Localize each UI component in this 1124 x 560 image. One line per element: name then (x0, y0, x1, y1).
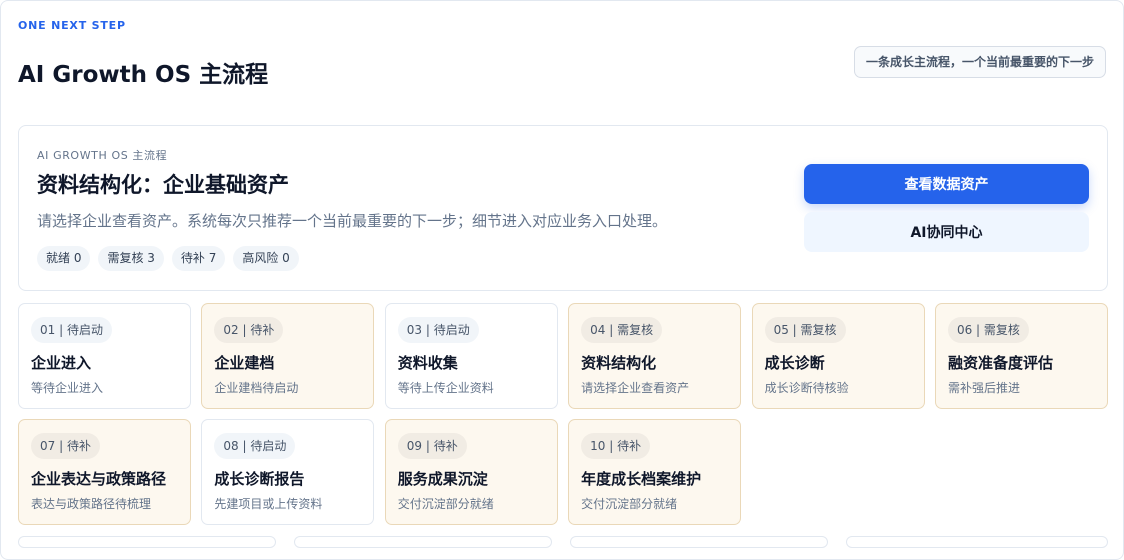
step-subtitle: 成长诊断待核验 (764, 381, 849, 395)
next-row-card (570, 536, 828, 548)
chip-review: 需复核 3 (98, 246, 164, 271)
step-status-tag: 03 | 待启动 (397, 317, 479, 343)
step-status-tag: 04 | 需复核 (581, 317, 663, 343)
next-row-card (846, 536, 1108, 548)
step-card[interactable]: 08 | 待启动成长诊断报告先建项目或上传资料 (201, 419, 375, 525)
step-status-tag: 02 | 待补 (214, 317, 284, 343)
step-status-tag: 09 | 待补 (397, 433, 467, 459)
step-subtitle: 交付沉淀部分就绪 (397, 497, 494, 511)
step-subtitle: 需补强后推进 (947, 381, 1020, 395)
next-row-card (294, 536, 552, 548)
step-status-tag: 01 | 待启动 (31, 317, 112, 343)
step-status-tag: 06 | 需复核 (947, 317, 1029, 343)
step-status-tag: 08 | 待启动 (214, 433, 296, 459)
step-status-tag: 07 | 待补 (31, 433, 100, 459)
step-title: 企业建档 (214, 354, 275, 372)
step-grid: 01 | 待启动 企业进入 等待企业进入 02 | 待补 企业建档 企业建档待启动 03 |… (18, 303, 1108, 525)
page-eyebrow: ONE NEXT STEP (18, 19, 126, 32)
step-card[interactable]: 10 | 待补年度成长档案维护交付沉淀部分就绪 (568, 419, 742, 525)
step-card[interactable]: 01 | 待启动企业进入等待企业进入 (18, 303, 191, 409)
status-chips: 就绪 0 需复核 3 待补 7 高风险 0 (37, 246, 299, 271)
step-title: 成长诊断报告 (214, 470, 305, 488)
step-subtitle: 等待上传企业资料 (397, 381, 494, 395)
step-subtitle: 等待企业进入 (31, 381, 104, 395)
page-title: AI Growth OS 主流程 (18, 62, 269, 88)
step-card[interactable]: 04 | 需复核资料结构化请选择企业查看资产 (568, 303, 742, 409)
step-title: 企业表达与政策路径 (31, 470, 167, 488)
step-title: 企业进入 (31, 354, 92, 372)
step-card[interactable]: 09 | 待补服务成果沉淀交付沉淀部分就绪 (384, 419, 558, 525)
step-title: 资料收集 (397, 354, 458, 372)
step-card[interactable]: 02 | 待补企业建档企业建档待启动 (201, 303, 375, 409)
step-subtitle: 交付沉淀部分就绪 (581, 497, 678, 511)
step-subtitle: 企业建档待启动 (214, 381, 299, 395)
step-subtitle: 先建项目或上传资料 (214, 497, 323, 511)
step-title: 融资准备度评估 (947, 354, 1053, 372)
current-step-card: AI GROWTH OS 主流程 资料结构化：企业基础资产 请选择企业查看资产。… (18, 125, 1108, 291)
view-data-assets-button[interactable]: 查看数据资产 (804, 164, 1089, 204)
step-subtitle: 请选择企业查看资产 (581, 381, 690, 395)
hero-eyebrow: AI GROWTH OS 主流程 (37, 149, 168, 162)
step-status-tag: 10 | 待补 (581, 433, 651, 459)
ai-collab-center-button[interactable]: AI协同中心 (804, 212, 1089, 252)
step-card[interactable]: 06 | 需复核融资准备度评估需补强后推进 (934, 303, 1108, 409)
next-row-card (18, 536, 276, 548)
chip-ready: 就绪 0 (37, 246, 91, 271)
step-card[interactable]: 03 | 待启动资料收集等待上传企业资料 (384, 303, 558, 409)
hero-description: 请选择企业查看资产。系统每次只推荐一个当前最重要的下一步；细节进入对应业务入口处… (37, 212, 668, 230)
principle-badge: 一条成长主流程，一个当前最重要的下一步 (853, 46, 1106, 78)
step-title: 成长诊断 (764, 354, 825, 372)
step-status-tag: 05 | 需复核 (764, 317, 846, 343)
main-panel: ONE NEXT STEP AI Growth OS 主流程 一条成长主流程，一… (0, 0, 1124, 560)
hero-title: 资料结构化：企业基础资产 (37, 173, 289, 197)
chip-high-risk: 高风险 0 (233, 246, 299, 271)
step-title: 服务成果沉淀 (397, 470, 488, 488)
chip-pending: 待补 7 (171, 246, 226, 271)
step-subtitle: 表达与政策路径待梳理 (31, 497, 152, 511)
step-card[interactable]: 07 | 待补企业表达与政策路径表达与政策路径待梳理 (18, 419, 191, 525)
step-card[interactable]: 05 | 需复核成长诊断成长诊断待核验 (751, 303, 925, 409)
step-title: 年度成长档案维护 (581, 470, 702, 488)
step-title: 资料结构化 (581, 354, 657, 372)
